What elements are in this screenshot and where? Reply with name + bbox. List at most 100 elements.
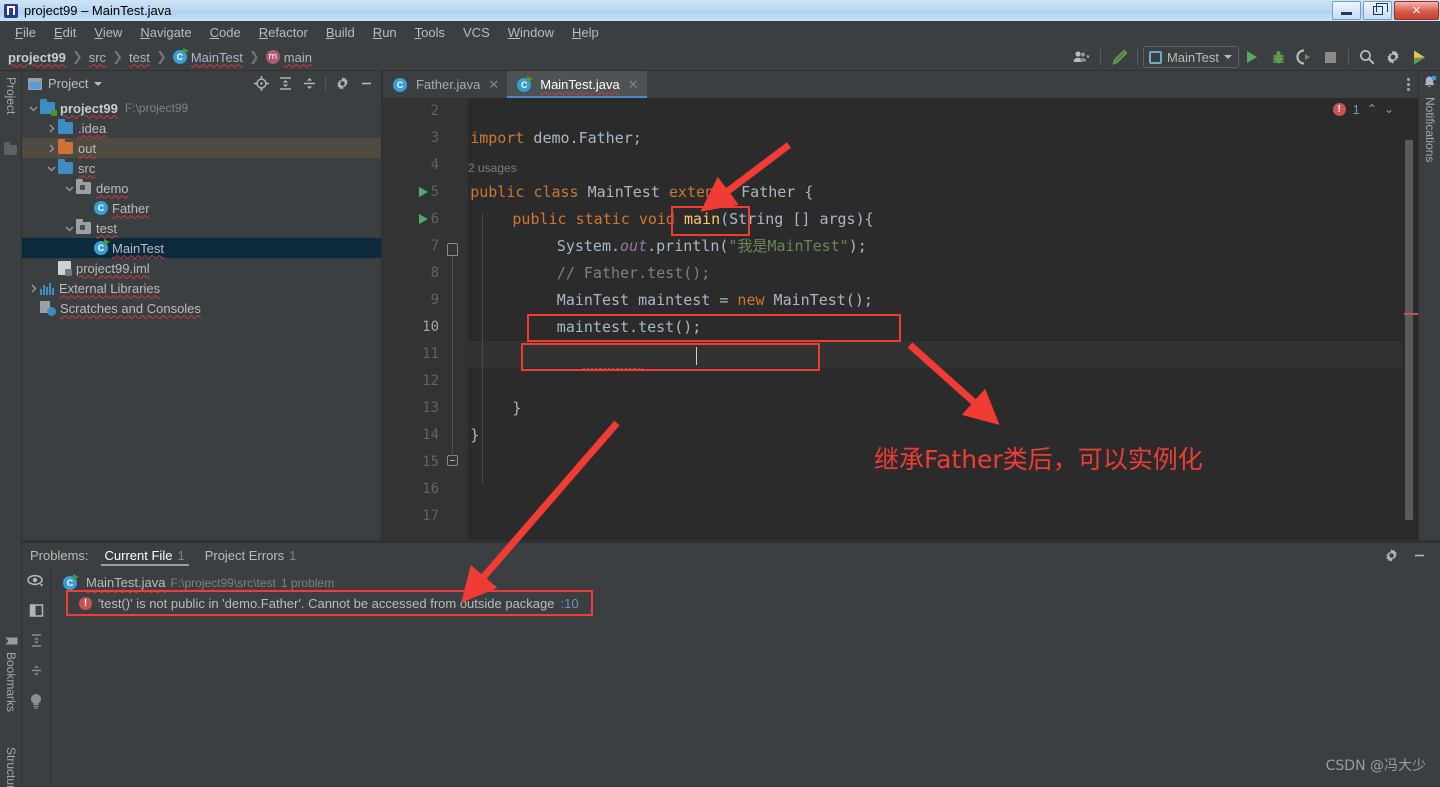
tree-node-project99[interactable]: project99 F:\project99 xyxy=(22,98,381,118)
tree-node-external-libraries[interactable]: External Libraries xyxy=(22,278,381,298)
menu-item-edit[interactable]: Edit xyxy=(45,23,85,42)
editor-scrollbar-track[interactable] xyxy=(1404,98,1416,540)
tool-window-button-folder[interactable] xyxy=(4,142,17,155)
tool-window-button-bookmarks[interactable]: Bookmarks xyxy=(0,631,22,731)
problem-row[interactable]: ! 'test()' is not public in 'demo.Father… xyxy=(51,593,1440,614)
chevron-right-icon[interactable] xyxy=(26,284,40,293)
menu-item-tools[interactable]: Tools xyxy=(406,23,454,42)
run-button[interactable] xyxy=(1239,45,1265,69)
close-button[interactable]: ✕ xyxy=(1394,1,1439,20)
chevron-right-icon[interactable] xyxy=(44,124,58,133)
editor-gutter[interactable]: 2 3 4 5 6 7 8 9 10 11 12 13 14 15 16 17 xyxy=(383,98,445,540)
tool-window-label-notifications: Notifications xyxy=(1423,97,1437,163)
editor-tab-maintest-java[interactable]: C MainTest.java ✕ xyxy=(507,71,648,98)
inspection-widget[interactable]: ! 1 ⌃ ⌄ xyxy=(1332,98,1418,120)
chevron-down-icon[interactable] xyxy=(44,164,58,173)
toolbar-separator-1 xyxy=(1099,49,1101,65)
tool-window-button-notifications[interactable]: Notifications xyxy=(1419,93,1440,203)
menu-item-file[interactable]: File xyxy=(6,23,45,42)
problems-tab-current-file[interactable]: Current File 1 xyxy=(95,543,195,568)
tool-window-button-project[interactable]: Project xyxy=(0,73,22,139)
previous-error-icon[interactable]: ⌃ xyxy=(1367,102,1377,116)
hide-icon[interactable] xyxy=(1408,545,1430,567)
menu-item-window[interactable]: Window xyxy=(499,23,563,42)
collapse-all-icon[interactable] xyxy=(29,663,44,681)
menu-item-build[interactable]: Build xyxy=(317,23,364,42)
stop-button[interactable] xyxy=(1317,45,1343,69)
expand-all-icon[interactable] xyxy=(29,633,44,651)
project-panel-title-group[interactable]: Project xyxy=(28,76,103,91)
build-project-button[interactable] xyxy=(1106,45,1132,69)
tree-node-src[interactable]: src xyxy=(22,158,381,178)
menu-item-help[interactable]: Help xyxy=(563,23,608,42)
collapse-all-icon[interactable] xyxy=(298,73,320,95)
tree-node-father[interactable]: C Father xyxy=(22,198,381,218)
select-opened-file-icon[interactable] xyxy=(250,73,272,95)
menu-item-code[interactable]: Code xyxy=(201,23,250,42)
chevron-down-icon[interactable] xyxy=(26,104,40,113)
menu-item-refactor[interactable]: Refactor xyxy=(250,23,317,42)
gutter-run-icon[interactable] xyxy=(419,187,428,197)
tree-node--idea[interactable]: .idea xyxy=(22,118,381,138)
tool-window-button-structure[interactable]: Structure xyxy=(0,743,22,787)
breadcrumb-item-main[interactable]: m main xyxy=(265,50,312,65)
tool-window-label-structure: Structure xyxy=(4,747,18,787)
project-tree[interactable]: project99 F:\project99 .idea out src demo C Fat… xyxy=(22,96,381,540)
tree-node-scratches-and-consoles[interactable]: Scratches and Consoles xyxy=(22,298,381,318)
problems-file-row[interactable]: C MainTest.java F:\project99\src\test 1 … xyxy=(51,572,1440,593)
chevron-down-icon[interactable] xyxy=(62,224,76,233)
lightbulb-icon[interactable] xyxy=(29,693,43,712)
close-icon[interactable]: ✕ xyxy=(628,77,639,93)
gutter-run-icon[interactable] xyxy=(419,214,428,224)
tree-node-demo[interactable]: demo xyxy=(22,178,381,198)
next-error-icon[interactable]: ⌄ xyxy=(1384,102,1394,116)
annotation-note: 继承Father类后，可以实例化 xyxy=(874,445,1203,474)
menu-item-run[interactable]: Run xyxy=(364,23,406,42)
fold-marker-method[interactable] xyxy=(447,243,458,256)
menu-item-vcs[interactable]: VCS xyxy=(454,23,499,42)
restore-button[interactable] xyxy=(1363,1,1392,20)
minimize-button[interactable] xyxy=(1332,1,1361,20)
breadcrumb-separator: ❯ xyxy=(112,49,123,64)
search-everywhere-button[interactable] xyxy=(1354,45,1380,69)
menu-item-view[interactable]: View xyxy=(85,23,131,42)
run-configuration-selector[interactable]: MainTest xyxy=(1142,46,1239,68)
settings-button[interactable] xyxy=(1380,45,1406,69)
tree-node-maintest[interactable]: C MainTest xyxy=(22,238,381,258)
error-stripe-mark[interactable] xyxy=(1404,313,1418,315)
menu-item-navigate[interactable]: Navigate xyxy=(131,23,200,42)
text-caret xyxy=(696,347,697,365)
tree-node-test[interactable]: test xyxy=(22,218,381,238)
hide-icon[interactable] xyxy=(355,73,377,95)
editor-scrollbar-thumb[interactable] xyxy=(1405,140,1413,520)
gutter-line-number: 6 xyxy=(430,211,439,227)
editor-tab-father-java[interactable]: C Father.java ✕ xyxy=(383,71,507,98)
preview-panel-icon[interactable] xyxy=(29,603,44,621)
problems-tab-project-errors[interactable]: Project Errors 1 xyxy=(195,543,307,568)
usages-inlay-hint[interactable]: 2 usages xyxy=(468,155,517,182)
ide-settings-button[interactable] xyxy=(1406,45,1432,69)
more-options-icon[interactable] xyxy=(1407,78,1410,91)
folder-icon xyxy=(58,159,73,174)
tree-node-out[interactable]: out xyxy=(22,138,381,158)
close-icon[interactable]: ✕ xyxy=(488,77,499,93)
chevron-down-icon[interactable] xyxy=(62,184,76,193)
eye-icon[interactable] xyxy=(27,574,45,591)
problems-list[interactable]: C MainTest.java F:\project99\src\test 1 … xyxy=(51,568,1440,787)
chevron-down-icon[interactable] xyxy=(94,81,103,86)
tree-node-project99-iml[interactable]: project99.iml xyxy=(22,258,381,278)
breadcrumb-item-maintest[interactable]: C MainTest xyxy=(172,48,243,65)
breadcrumb-item-project99[interactable]: project99 xyxy=(8,50,66,65)
debug-button[interactable] xyxy=(1265,45,1291,69)
module-file-icon xyxy=(58,261,72,276)
profile-button[interactable] xyxy=(1069,45,1095,69)
gear-icon[interactable] xyxy=(331,73,353,95)
fold-marker-end[interactable] xyxy=(447,455,458,466)
run-with-coverage-button[interactable] xyxy=(1291,45,1317,69)
breadcrumb-item-test[interactable]: test xyxy=(129,50,150,65)
breadcrumb-item-src[interactable]: src xyxy=(89,50,106,65)
editor-fold-gutter[interactable] xyxy=(445,98,468,540)
chevron-right-icon[interactable] xyxy=(44,144,58,153)
gear-icon[interactable] xyxy=(1380,545,1402,567)
expand-all-icon[interactable] xyxy=(274,73,296,95)
